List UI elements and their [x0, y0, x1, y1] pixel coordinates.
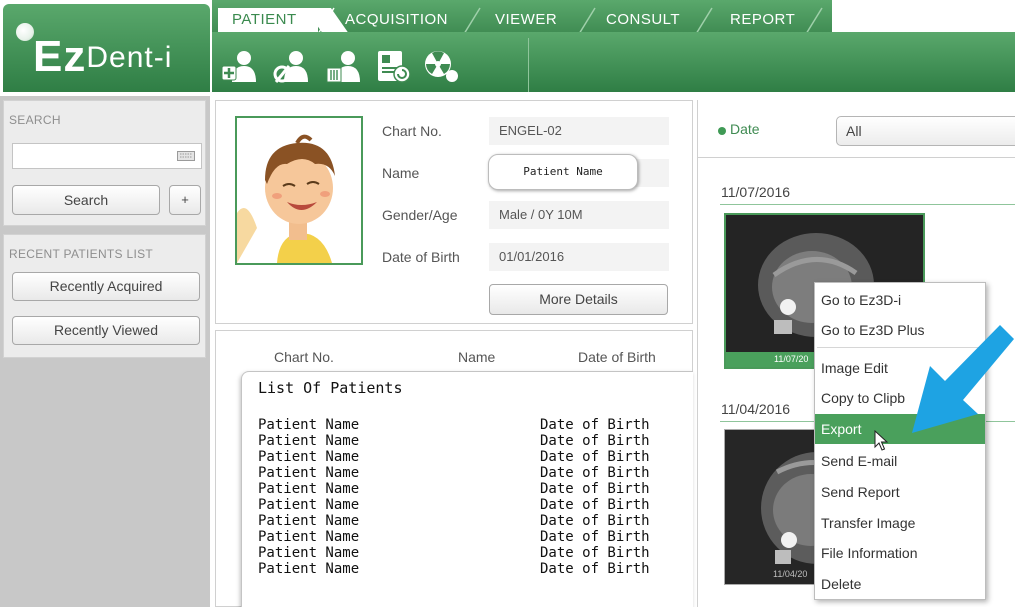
list-item-dob: Date of Birth	[540, 529, 650, 545]
date-filter-label: Date	[730, 121, 760, 137]
list-item[interactable]: Patient Name Date of Birth	[258, 417, 650, 433]
col-name[interactable]: Name	[458, 349, 495, 365]
gender-age-label: Gender/Age	[382, 207, 458, 223]
date-group-divider	[720, 204, 1015, 205]
menu-item-send-email[interactable]: Send E-mail	[815, 446, 985, 476]
list-item-dob: Date of Birth	[540, 481, 650, 497]
search-input[interactable]	[12, 143, 202, 169]
search-panel: SEARCH Search +	[3, 100, 206, 226]
date-filter-bar: Date All	[698, 100, 1015, 158]
date-group-label: 11/04/2016	[721, 401, 791, 417]
chart-no-value: ENGEL-02	[489, 117, 669, 145]
thumbnail-caption: 11/07/20	[774, 354, 809, 364]
name-label: Name	[382, 165, 420, 181]
plus-button[interactable]: +	[169, 185, 201, 215]
sidebar: SEARCH Search + RECENT PATIENTS LIST Rec…	[0, 96, 210, 607]
callout-arrow-icon	[912, 325, 1014, 433]
list-item[interactable]: Patient Name Date of Birth	[258, 513, 650, 529]
list-item-dob: Date of Birth	[540, 433, 650, 449]
edit-patient-icon[interactable]	[272, 48, 312, 84]
add-patient-icon[interactable]	[220, 48, 260, 84]
list-item-name: Patient Name	[258, 545, 360, 561]
patient-list-popup: List Of Patients Patient Name Date of Bir…	[241, 371, 693, 607]
list-item-name: Patient Name	[258, 417, 360, 433]
col-chart-no[interactable]: Chart No.	[274, 349, 334, 365]
recent-patients-label: RECENT PATIENTS LIST	[9, 247, 154, 261]
logo-dent-i: Dent-i	[86, 41, 173, 74]
col-dob[interactable]: Date of Birth	[578, 349, 656, 365]
recently-viewed-button[interactable]: Recently Viewed	[12, 316, 200, 345]
toolbar-separator	[528, 38, 529, 92]
list-item-dob: Date of Birth	[540, 449, 650, 465]
list-item[interactable]: Patient Name Date of Birth	[258, 561, 650, 577]
patient-info-panel: Chart No. ENGEL-02 Name Patient Name Gen…	[215, 100, 693, 324]
date-filter-select[interactable]: All	[836, 116, 1015, 146]
menu-item-transfer-image[interactable]: Transfer Image	[815, 508, 985, 538]
list-item-name: Patient Name	[258, 561, 360, 577]
list-item-name: Patient Name	[258, 481, 360, 497]
list-item-name: Patient Name	[258, 529, 360, 545]
list-item[interactable]: Patient Name Date of Birth	[258, 497, 650, 513]
date-radio-icon[interactable]	[718, 127, 726, 135]
recent-patients-panel: RECENT PATIENTS LIST Recently Acquired R…	[3, 234, 206, 358]
gender-age-value: Male / 0Y 10M	[489, 201, 669, 229]
patient-list-panel: Chart No. Name Date of Birth List Of Pat…	[215, 330, 693, 607]
recently-acquired-button[interactable]: Recently Acquired	[12, 272, 200, 301]
logo-ez: Ez	[33, 32, 87, 81]
list-item[interactable]: Patient Name Date of Birth	[258, 529, 650, 545]
list-item-dob: Date of Birth	[540, 513, 650, 529]
menu-item-go-to-ez3d-i[interactable]: Go to Ez3D-i	[815, 285, 985, 315]
list-item[interactable]: Patient Name Date of Birth	[258, 449, 650, 465]
logo-dot	[16, 23, 34, 41]
list-item-dob: Date of Birth	[540, 465, 650, 481]
more-details-button[interactable]: More Details	[489, 284, 668, 315]
list-item-dob: Date of Birth	[540, 497, 650, 513]
mouse-cursor-icon	[874, 430, 889, 451]
patient-avatar	[235, 116, 363, 265]
name-value: Patient Name	[488, 154, 638, 190]
list-item-name: Patient Name	[258, 497, 360, 513]
keyboard-icon[interactable]	[177, 151, 195, 161]
list-item-dob: Date of Birth	[540, 545, 650, 561]
search-label: SEARCH	[9, 113, 61, 127]
patient-card-icon[interactable]	[374, 48, 414, 84]
chart-no-label: Chart No.	[382, 123, 442, 139]
list-item[interactable]: Patient Name Date of Birth	[258, 465, 650, 481]
patient-list-title: List Of Patients	[258, 379, 403, 397]
dob-label: Date of Birth	[382, 249, 460, 265]
menu-item-delete[interactable]: Delete	[815, 569, 985, 599]
list-item[interactable]: Patient Name Date of Birth	[258, 433, 650, 449]
logo-text: EzDent-i	[33, 32, 172, 82]
list-item[interactable]: Patient Name Date of Birth	[258, 545, 650, 561]
list-item-name: Patient Name	[258, 433, 360, 449]
list-item-name: Patient Name	[258, 449, 360, 465]
list-item-name: Patient Name	[258, 513, 360, 529]
delete-patient-icon[interactable]	[324, 48, 364, 84]
date-group-label: 11/07/2016	[721, 184, 791, 200]
list-item-dob: Date of Birth	[540, 417, 650, 433]
app-header: EzDent-i PATIENT ACQUISITION VIEWER CONS…	[0, 0, 1015, 96]
list-item-dob: Date of Birth	[540, 561, 650, 577]
app-logo: EzDent-i	[3, 4, 210, 92]
dob-value: 01/01/2016	[489, 243, 669, 271]
thumbnail-caption: 11/04/20	[773, 569, 808, 579]
search-button[interactable]: Search	[12, 185, 160, 215]
list-item[interactable]: Patient Name Date of Birth	[258, 481, 650, 497]
tab-dividers	[317, 7, 823, 34]
menu-item-file-information[interactable]: File Information	[815, 538, 985, 568]
menu-item-send-report[interactable]: Send Report	[815, 477, 985, 507]
list-item-name: Patient Name	[258, 465, 360, 481]
radiation-icon[interactable]	[422, 48, 462, 84]
